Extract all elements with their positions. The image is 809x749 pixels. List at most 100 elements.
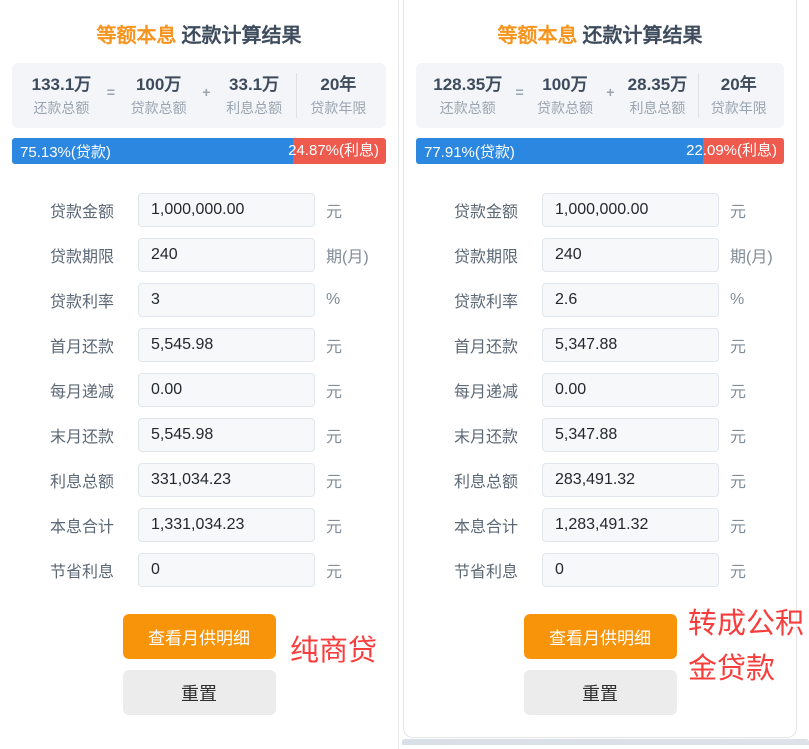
field-input[interactable] — [542, 193, 719, 227]
equals-sign: = — [105, 84, 117, 100]
handwritten-annotation: 转成公积金贷款 — [688, 602, 809, 692]
summary-label: 贷款年限 — [297, 98, 380, 118]
plus-sign: + — [604, 84, 616, 100]
summary-value: 20年 — [297, 73, 380, 96]
summary-loan-term: 20年 贷款年限 — [698, 73, 778, 118]
loan-calculator-comparison: 等额本息还款计算结果 133.1万 还款总额 = 100万 贷款总额 + 33.… — [0, 0, 809, 749]
form-row: 首月还款 元 — [0, 328, 398, 362]
form-row: 末月还款 元 — [0, 418, 398, 452]
form-row: 贷款金额 元 — [404, 193, 796, 227]
field-label: 首月还款 — [454, 333, 542, 357]
field-label: 贷款金额 — [454, 198, 542, 222]
summary-label: 贷款总额 — [526, 98, 605, 118]
form-row: 贷款期限 期(月) — [0, 238, 398, 272]
field-input[interactable] — [138, 418, 315, 452]
field-unit: 元 — [730, 198, 746, 222]
summary-label: 贷款年限 — [699, 98, 778, 118]
field-input[interactable] — [138, 373, 315, 407]
result-title-text: 还款计算结果 — [182, 25, 302, 47]
summary-value: 20年 — [699, 73, 778, 96]
summary-box: 128.35万 还款总额 = 100万 贷款总额 + 28.35万 利息总额 2… — [416, 63, 784, 128]
field-input[interactable] — [138, 238, 315, 272]
field-label: 贷款期限 — [50, 243, 138, 267]
field-input[interactable] — [138, 193, 315, 227]
field-input[interactable] — [542, 238, 719, 272]
interest-ratio-label: 24.87%(利息) — [288, 138, 379, 164]
panel-housing-fund-loan: 等额本息还款计算结果 128.35万 还款总额 = 100万 贷款总额 + 28… — [403, 0, 797, 738]
field-input[interactable] — [542, 283, 719, 317]
field-input[interactable] — [542, 373, 719, 407]
form-row: 每月递减元 — [0, 373, 398, 407]
form-row: 利息总额元 — [0, 463, 398, 497]
view-monthly-detail-button[interactable]: 查看月供明细 — [123, 614, 276, 659]
field-unit: 元 — [326, 333, 342, 357]
summary-label: 还款总额 — [422, 98, 514, 118]
interest-ratio-segment: 22.09%(利息) — [703, 138, 784, 164]
field-input[interactable] — [138, 463, 315, 497]
field-input[interactable] — [542, 508, 719, 542]
field-label: 节省利息 — [50, 558, 138, 582]
field-unit: 元 — [730, 333, 746, 357]
summary-value: 33.1万 — [212, 73, 295, 96]
form-row: 贷款利率% — [0, 283, 398, 317]
loan-ratio-label: 75.13%(贷款) — [20, 141, 111, 162]
repayment-method-label: 等额本息 — [97, 25, 177, 47]
field-input[interactable] — [542, 418, 719, 452]
summary-value: 133.1万 — [18, 73, 105, 96]
handwritten-annotation: 纯商贷 — [290, 629, 377, 674]
summary-value: 128.35万 — [422, 73, 514, 96]
field-input[interactable] — [138, 553, 315, 587]
field-unit: 元 — [326, 198, 342, 222]
view-monthly-detail-button[interactable]: 查看月供明细 — [524, 614, 677, 659]
summary-loan-term: 20年 贷款年限 — [296, 73, 380, 118]
form-row: 本息合计 元 — [404, 508, 796, 542]
reset-button[interactable]: 重置 — [524, 670, 677, 715]
form-row: 利息总额元 — [404, 463, 796, 497]
field-unit: 期(月) — [326, 243, 369, 267]
field-label: 末月还款 — [454, 423, 542, 447]
field-input[interactable] — [542, 553, 719, 587]
field-label: 贷款期限 — [454, 243, 542, 267]
loan-form: 贷款金额元贷款期限期(月)贷款利率%首月还款元每月递减元末月还款元利息总额元本息… — [0, 193, 398, 587]
form-row: 首月还款 元 — [404, 328, 796, 362]
field-unit: 元 — [730, 513, 746, 537]
field-input[interactable] — [138, 283, 315, 317]
field-unit: % — [326, 291, 340, 309]
field-input[interactable] — [138, 508, 315, 542]
summary-loan-total: 100万 贷款总额 — [117, 73, 200, 118]
field-input[interactable] — [542, 328, 719, 362]
summary-interest-total: 28.35万 利息总额 — [616, 73, 698, 118]
form-row: 节省利息 元 — [0, 553, 398, 587]
equals-sign: = — [514, 84, 526, 100]
repayment-method-label: 等额本息 — [498, 25, 578, 47]
field-unit: 元 — [326, 558, 342, 582]
field-label: 本息合计 — [50, 513, 138, 537]
field-label: 贷款利率 — [50, 288, 138, 312]
interest-ratio-label: 22.09%(利息) — [686, 138, 777, 164]
field-unit: 元 — [730, 423, 746, 447]
field-unit: 期(月) — [730, 243, 773, 267]
field-label: 节省利息 — [454, 558, 542, 582]
field-input[interactable] — [542, 463, 719, 497]
summary-label: 利息总额 — [616, 98, 698, 118]
field-unit: 元 — [326, 423, 342, 447]
field-label: 贷款金额 — [50, 198, 138, 222]
field-input[interactable] — [138, 328, 315, 362]
loan-interest-ratio-bar: 77.91%(贷款) 22.09%(利息) — [416, 138, 784, 164]
field-label: 末月还款 — [50, 423, 138, 447]
field-unit: 元 — [730, 468, 746, 492]
field-unit: 元 — [730, 378, 746, 402]
field-unit: 元 — [326, 513, 342, 537]
loan-form: 贷款金额元贷款期限期(月)贷款利率%首月还款元每月递减元末月还款元利息总额元本息… — [404, 193, 796, 587]
field-label: 本息合计 — [454, 513, 542, 537]
loan-ratio-label: 77.91%(贷款) — [424, 141, 515, 162]
reset-button[interactable]: 重置 — [123, 670, 276, 715]
summary-label: 还款总额 — [18, 98, 105, 118]
form-row: 末月还款 元 — [404, 418, 796, 452]
summary-interest-total: 33.1万 利息总额 — [212, 73, 295, 118]
panel-title: 等额本息还款计算结果 — [0, 22, 398, 50]
summary-value: 100万 — [117, 73, 200, 96]
field-label: 首月还款 — [50, 333, 138, 357]
loan-interest-ratio-bar: 75.13%(贷款) 24.87%(利息) — [12, 138, 386, 164]
panel-commercial-loan: 等额本息还款计算结果 133.1万 还款总额 = 100万 贷款总额 + 33.… — [0, 0, 399, 749]
